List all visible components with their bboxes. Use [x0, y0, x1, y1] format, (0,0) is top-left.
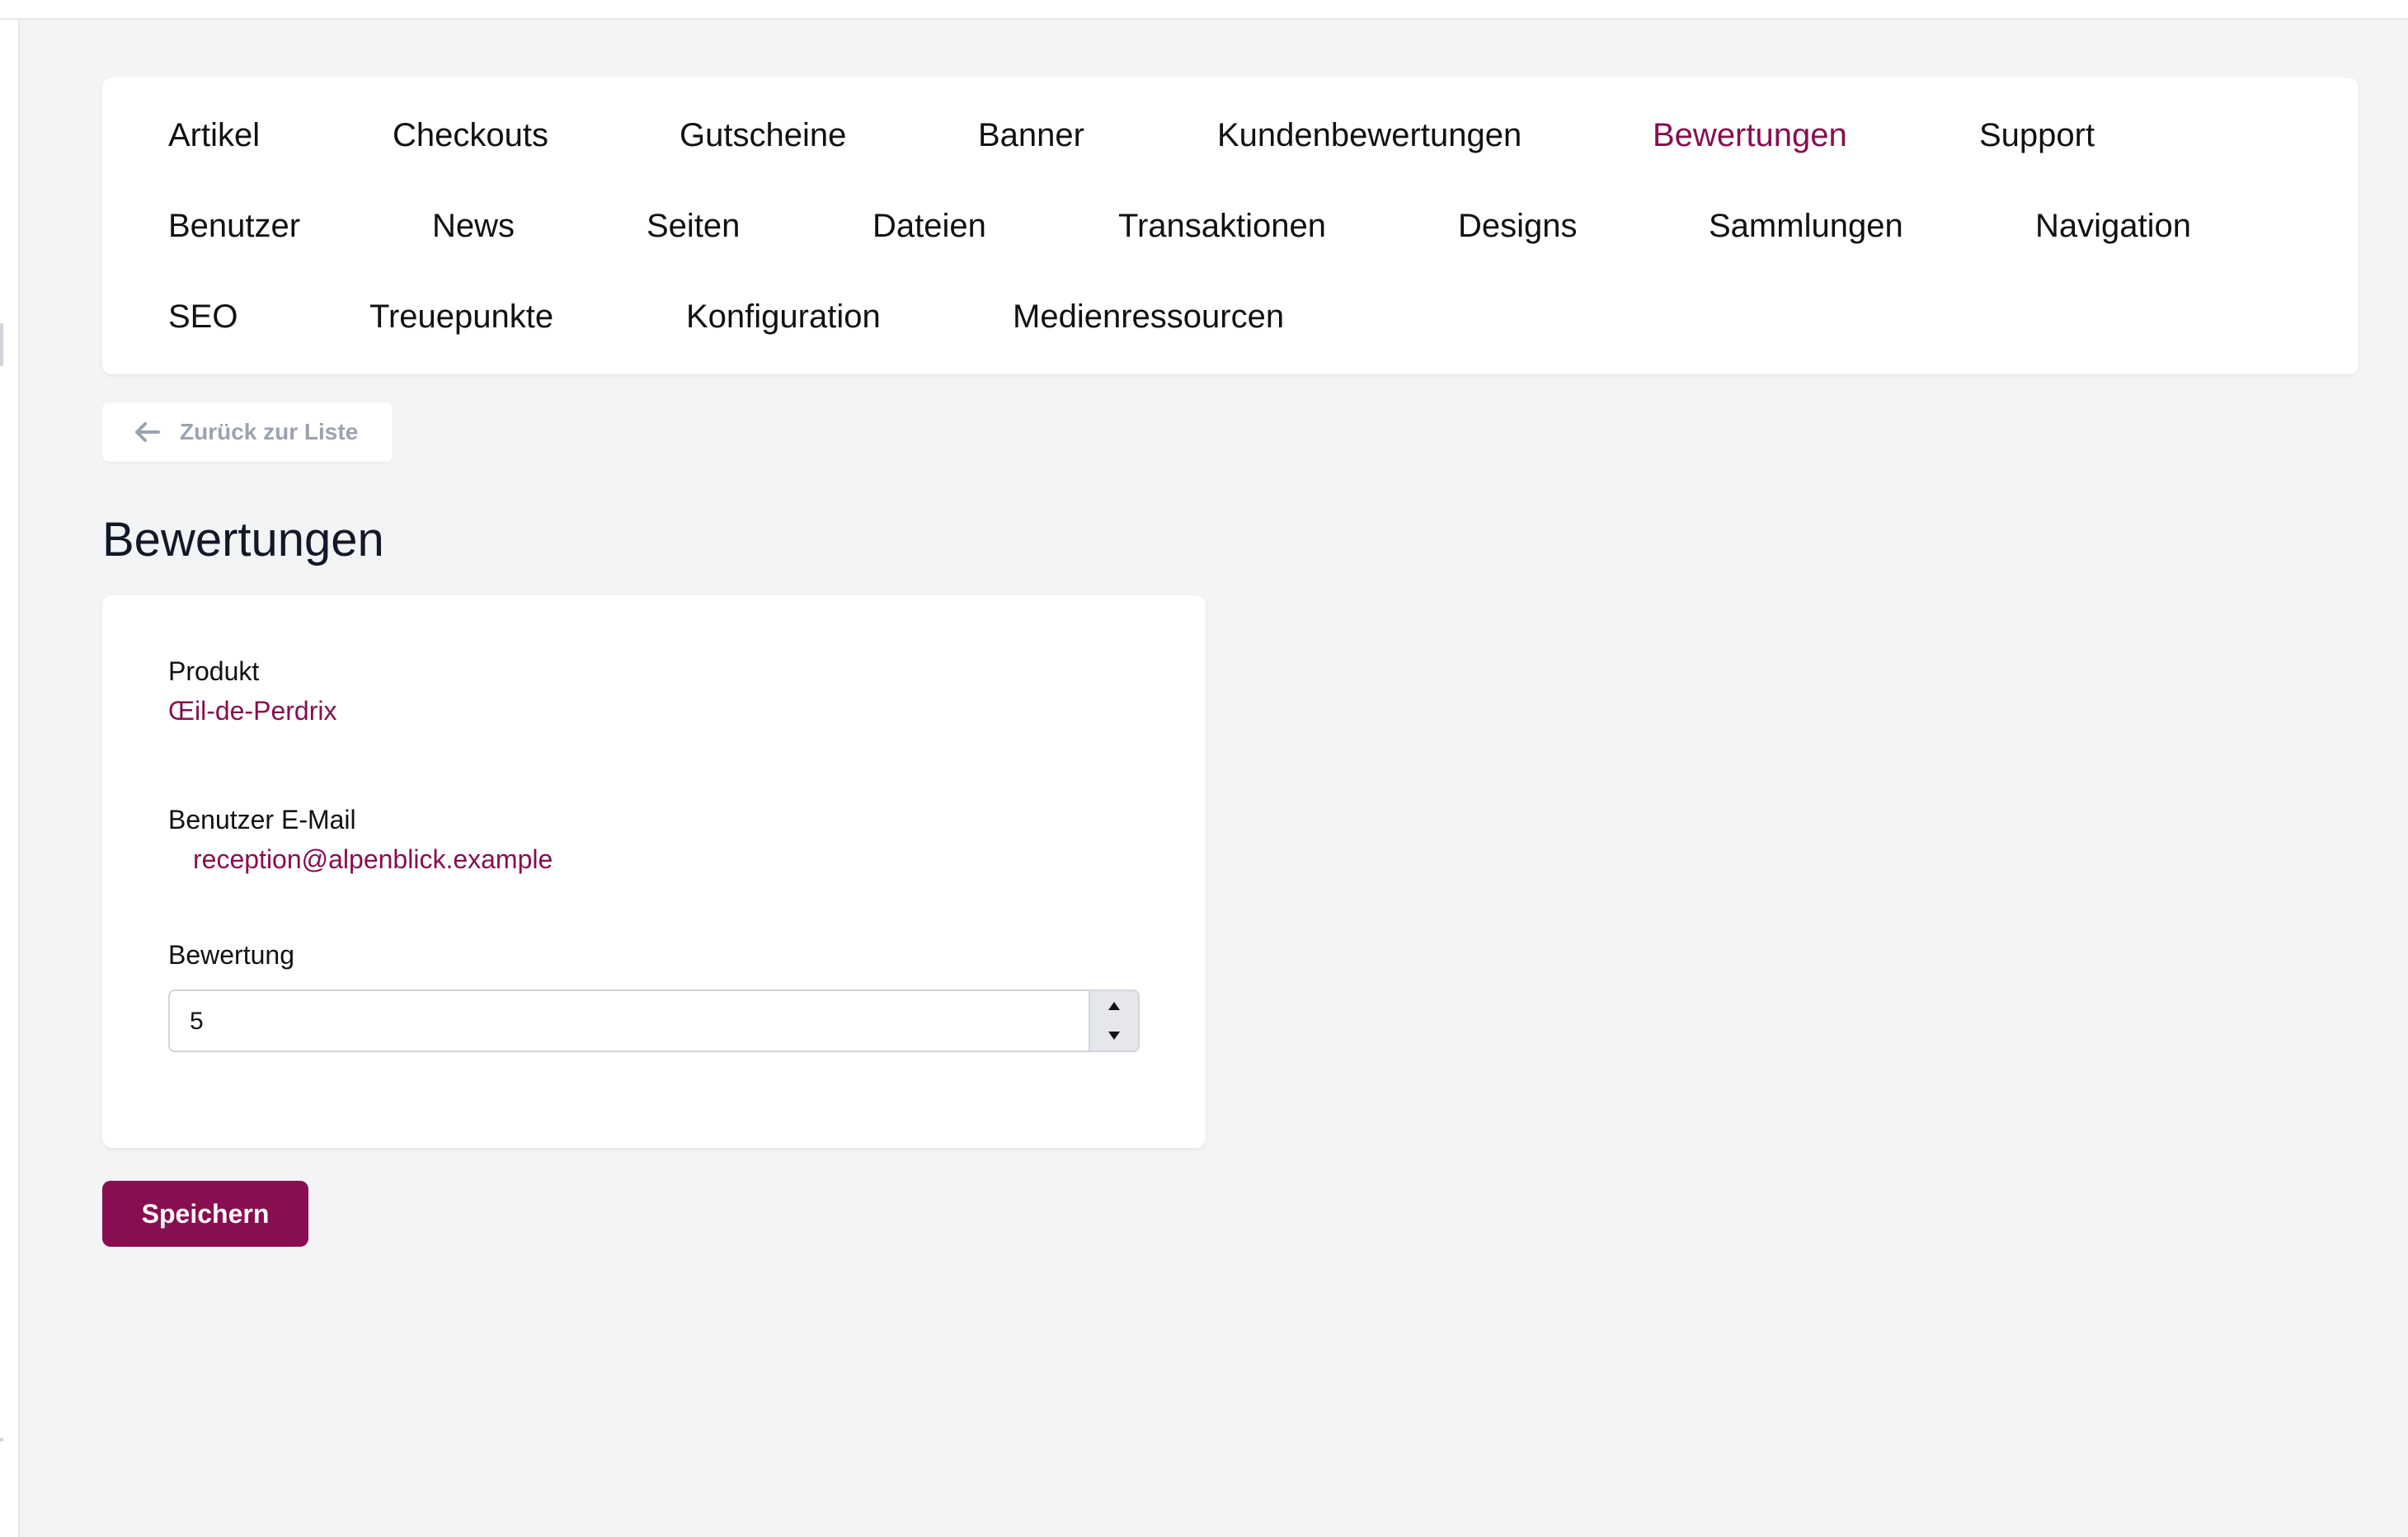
nav-item-gutscheine[interactable]: Gutscheine — [680, 115, 846, 155]
nav-item-kundenbewertungen[interactable]: Kundenbewertungen — [1217, 115, 1521, 155]
rating-value: 5 — [190, 1008, 204, 1035]
nav-item-support[interactable]: Support — [1979, 115, 2095, 155]
nav-item-sammlungen[interactable]: Sammlungen — [1709, 206, 1903, 246]
user-email-label: Benutzer E-Mail — [168, 805, 356, 834]
nav-item-navigation[interactable]: Navigation — [2035, 206, 2191, 246]
user-email-link[interactable]: reception@alpenblick.example — [193, 843, 553, 876]
nav-item-seo[interactable]: SEO — [168, 297, 238, 336]
rating-label: Bewertung — [168, 940, 294, 970]
rating-input[interactable]: 5 — [168, 989, 1140, 1052]
left-rail — [0, 20, 20, 1537]
page-title: Bewertungen — [102, 513, 384, 566]
nav-item-designs[interactable]: Designs — [1458, 206, 1578, 246]
stepper-up-icon[interactable] — [1090, 991, 1138, 1021]
main-navigation: Artikel Checkouts Gutscheine Banner Kund… — [102, 78, 2359, 374]
nav-item-banner[interactable]: Banner — [978, 115, 1084, 155]
nav-item-bewertungen[interactable]: Bewertungen — [1653, 115, 1847, 155]
nav-item-konfiguration[interactable]: Konfiguration — [686, 297, 881, 336]
save-button[interactable]: Speichern — [102, 1181, 308, 1247]
back-to-list-label: Zurück zur Liste — [180, 419, 359, 444]
nav-item-medienressourcen[interactable]: Medienressourcen — [1013, 297, 1284, 336]
review-form-card: Produkt Œil-de-Perdrix Benutzer E-Mail r… — [102, 595, 1206, 1148]
rail-marker — [0, 323, 3, 366]
product-label: Produkt — [168, 656, 260, 686]
rating-stepper[interactable] — [1089, 991, 1138, 1051]
product-link[interactable]: Œil-de-Perdrix — [168, 694, 336, 727]
nav-item-artikel[interactable]: Artikel — [168, 115, 260, 155]
nav-item-seiten[interactable]: Seiten — [647, 206, 740, 246]
arrow-left-icon — [134, 421, 162, 444]
rail-marker — [0, 1438, 3, 1441]
top-bar — [0, 0, 2408, 20]
nav-item-news[interactable]: News — [432, 206, 515, 246]
nav-item-benutzer[interactable]: Benutzer — [168, 206, 300, 246]
nav-item-dateien[interactable]: Dateien — [872, 206, 986, 246]
nav-item-checkouts[interactable]: Checkouts — [393, 115, 548, 155]
stepper-down-icon[interactable] — [1090, 1021, 1138, 1051]
nav-item-treuepunkte[interactable]: Treuepunkte — [369, 297, 553, 336]
nav-item-transaktionen[interactable]: Transaktionen — [1118, 206, 1326, 246]
back-to-list-button[interactable]: Zurück zur Liste — [102, 402, 393, 462]
